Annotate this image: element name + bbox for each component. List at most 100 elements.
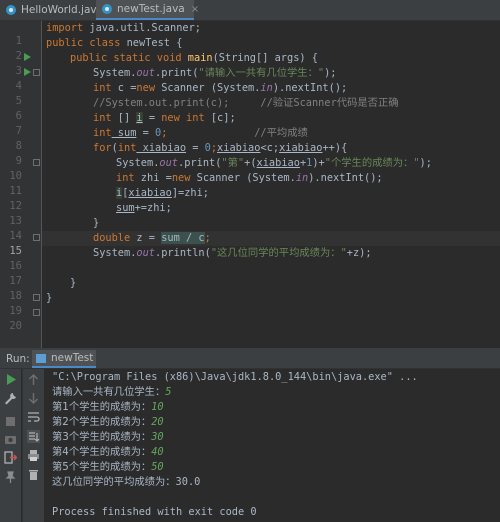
run-label: Run: [6, 353, 30, 365]
line-number: 18 [9, 290, 22, 302]
line-number: 4 [15, 80, 22, 92]
code-token: [] [111, 112, 137, 124]
console-output-line: 这几位同学的平均成绩为：30.0 [52, 476, 201, 488]
tab-label: HelloWorld.java [21, 4, 104, 16]
run-tab-newtest[interactable]: newTest [32, 350, 96, 368]
up-arrow-icon[interactable] [27, 373, 40, 386]
fold-icon[interactable] [33, 234, 40, 241]
code-token: "请输入一共有几位学生：" [198, 67, 325, 79]
line-number: 5 [15, 95, 22, 107]
rerun-icon[interactable] [4, 373, 17, 386]
scroll-to-end-icon[interactable] [27, 430, 40, 443]
code-token: System. [116, 157, 160, 169]
wrench-icon[interactable] [4, 392, 17, 405]
code-token: ++){ [322, 142, 348, 154]
code-token: zhi = [134, 172, 172, 184]
close-icon[interactable]: × [191, 4, 199, 15]
run-tab-label: newTest [51, 352, 94, 364]
java-class-icon [6, 5, 16, 15]
code-editor[interactable]: 1 2 3 4 5 6 7 8 9 10 11 12 13 14 15 16 1… [0, 21, 500, 348]
line-number: 19 [9, 305, 22, 317]
code-token: } [46, 292, 53, 304]
code-token: .print( [178, 157, 222, 169]
code-token: System. [93, 247, 137, 259]
console-input: 40 [151, 446, 164, 458]
code-token: sum [111, 127, 137, 139]
fold-icon[interactable] [33, 294, 40, 301]
line-number: 20 [9, 320, 22, 332]
code-token: int [117, 142, 137, 154]
code-token: import [46, 22, 84, 34]
code-token: int [93, 82, 112, 94]
run-class-icon[interactable] [24, 53, 31, 61]
console-output-line: 请输入一共有几位学生：5 [52, 385, 171, 400]
code-line-12: i[xiabiao]=zhi; [116, 186, 209, 201]
code-line-18: } [70, 276, 76, 291]
line-number: 11 [9, 185, 22, 197]
code-token: public static void [70, 52, 182, 64]
code-token: int [186, 112, 205, 124]
code-token: newTest { [120, 37, 183, 49]
code-token: sum / c [161, 232, 205, 244]
line-number: 8 [15, 140, 22, 152]
line-number: 12 [9, 200, 22, 212]
code-token: <c; [260, 142, 280, 154]
exit-icon[interactable] [4, 451, 18, 464]
line-number: 15 [9, 245, 22, 257]
line-number: 10 [9, 170, 22, 182]
code-line-8: int sum = 0; //平均成绩 [93, 126, 308, 141]
down-arrow-icon[interactable] [27, 392, 40, 405]
code-token: "这几位同学的平均成绩为：" [210, 247, 347, 259]
console-exit-line: Process finished with exit code 0 [52, 506, 257, 518]
pin-icon[interactable] [4, 471, 17, 484]
code-token: new [136, 82, 156, 94]
code-line-15: double z = sum / c; [93, 231, 211, 246]
code-token: Scanner (System. [190, 172, 296, 184]
code-token: ); [324, 67, 337, 79]
console-input: 5 [165, 386, 172, 398]
console-output-line: 第5个学生的成绩为：50 [52, 460, 164, 475]
code-line-7: int [] i = new int [c]; [93, 111, 236, 126]
fold-icon[interactable] [33, 69, 40, 76]
code-line-16: System.out.println("这几位同学的平均成绩为："+z); [93, 246, 372, 261]
tab-newtest[interactable]: newTest.java × [96, 0, 199, 20]
code-token: xiabiao [217, 142, 261, 154]
code-token: +=zhi; [134, 202, 172, 214]
code-token: +( [244, 157, 257, 169]
fold-icon[interactable] [33, 309, 40, 316]
line-number: 6 [15, 110, 22, 122]
tab-helloworld[interactable]: HelloWorld.java × [0, 0, 117, 20]
trash-icon[interactable] [27, 468, 40, 481]
code-token: new [171, 172, 191, 184]
console-output-line: 第4个学生的成绩为：40 [52, 445, 164, 460]
run-main-icon[interactable] [24, 68, 31, 76]
code-token: ).nextInt(); [308, 172, 383, 184]
line-number: 16 [9, 260, 22, 272]
soft-wrap-icon[interactable] [27, 411, 40, 424]
code-line-4: System.out.print("请输入一共有几位学生："); [93, 66, 337, 81]
code-token: int [93, 112, 112, 124]
code-token: )+ [312, 157, 325, 169]
code-token: z = [130, 232, 162, 244]
line-number: 17 [9, 275, 22, 287]
console-prompt: 第5个学生的成绩为： [52, 461, 152, 473]
code-token: ; [204, 232, 211, 244]
code-token: sum [116, 202, 135, 214]
code-token: in [260, 82, 273, 94]
camera-icon[interactable] [4, 433, 17, 446]
fold-icon[interactable] [33, 159, 40, 166]
code-token: public class [46, 37, 121, 49]
stop-icon[interactable] [4, 415, 17, 428]
console-prompt: 第2个学生的成绩为： [52, 416, 152, 428]
code-token: //平均成绩 [167, 127, 308, 139]
code-token: ); [419, 157, 432, 169]
code-token: main [187, 52, 213, 64]
line-number-gutter: 1 2 3 4 5 6 7 8 9 10 11 12 13 14 15 16 1… [0, 21, 42, 348]
code-line-10: System.out.print("第"+(xiabiao+1)+"个学生的成绩… [116, 156, 432, 171]
code-line-1: import java.util.Scanner; [46, 21, 201, 36]
code-line-3: public static void main(String[] args) { [70, 51, 318, 66]
console-input: 20 [151, 416, 164, 428]
print-icon[interactable] [27, 449, 40, 462]
code-token: = [136, 127, 156, 139]
code-token: new [161, 112, 180, 124]
